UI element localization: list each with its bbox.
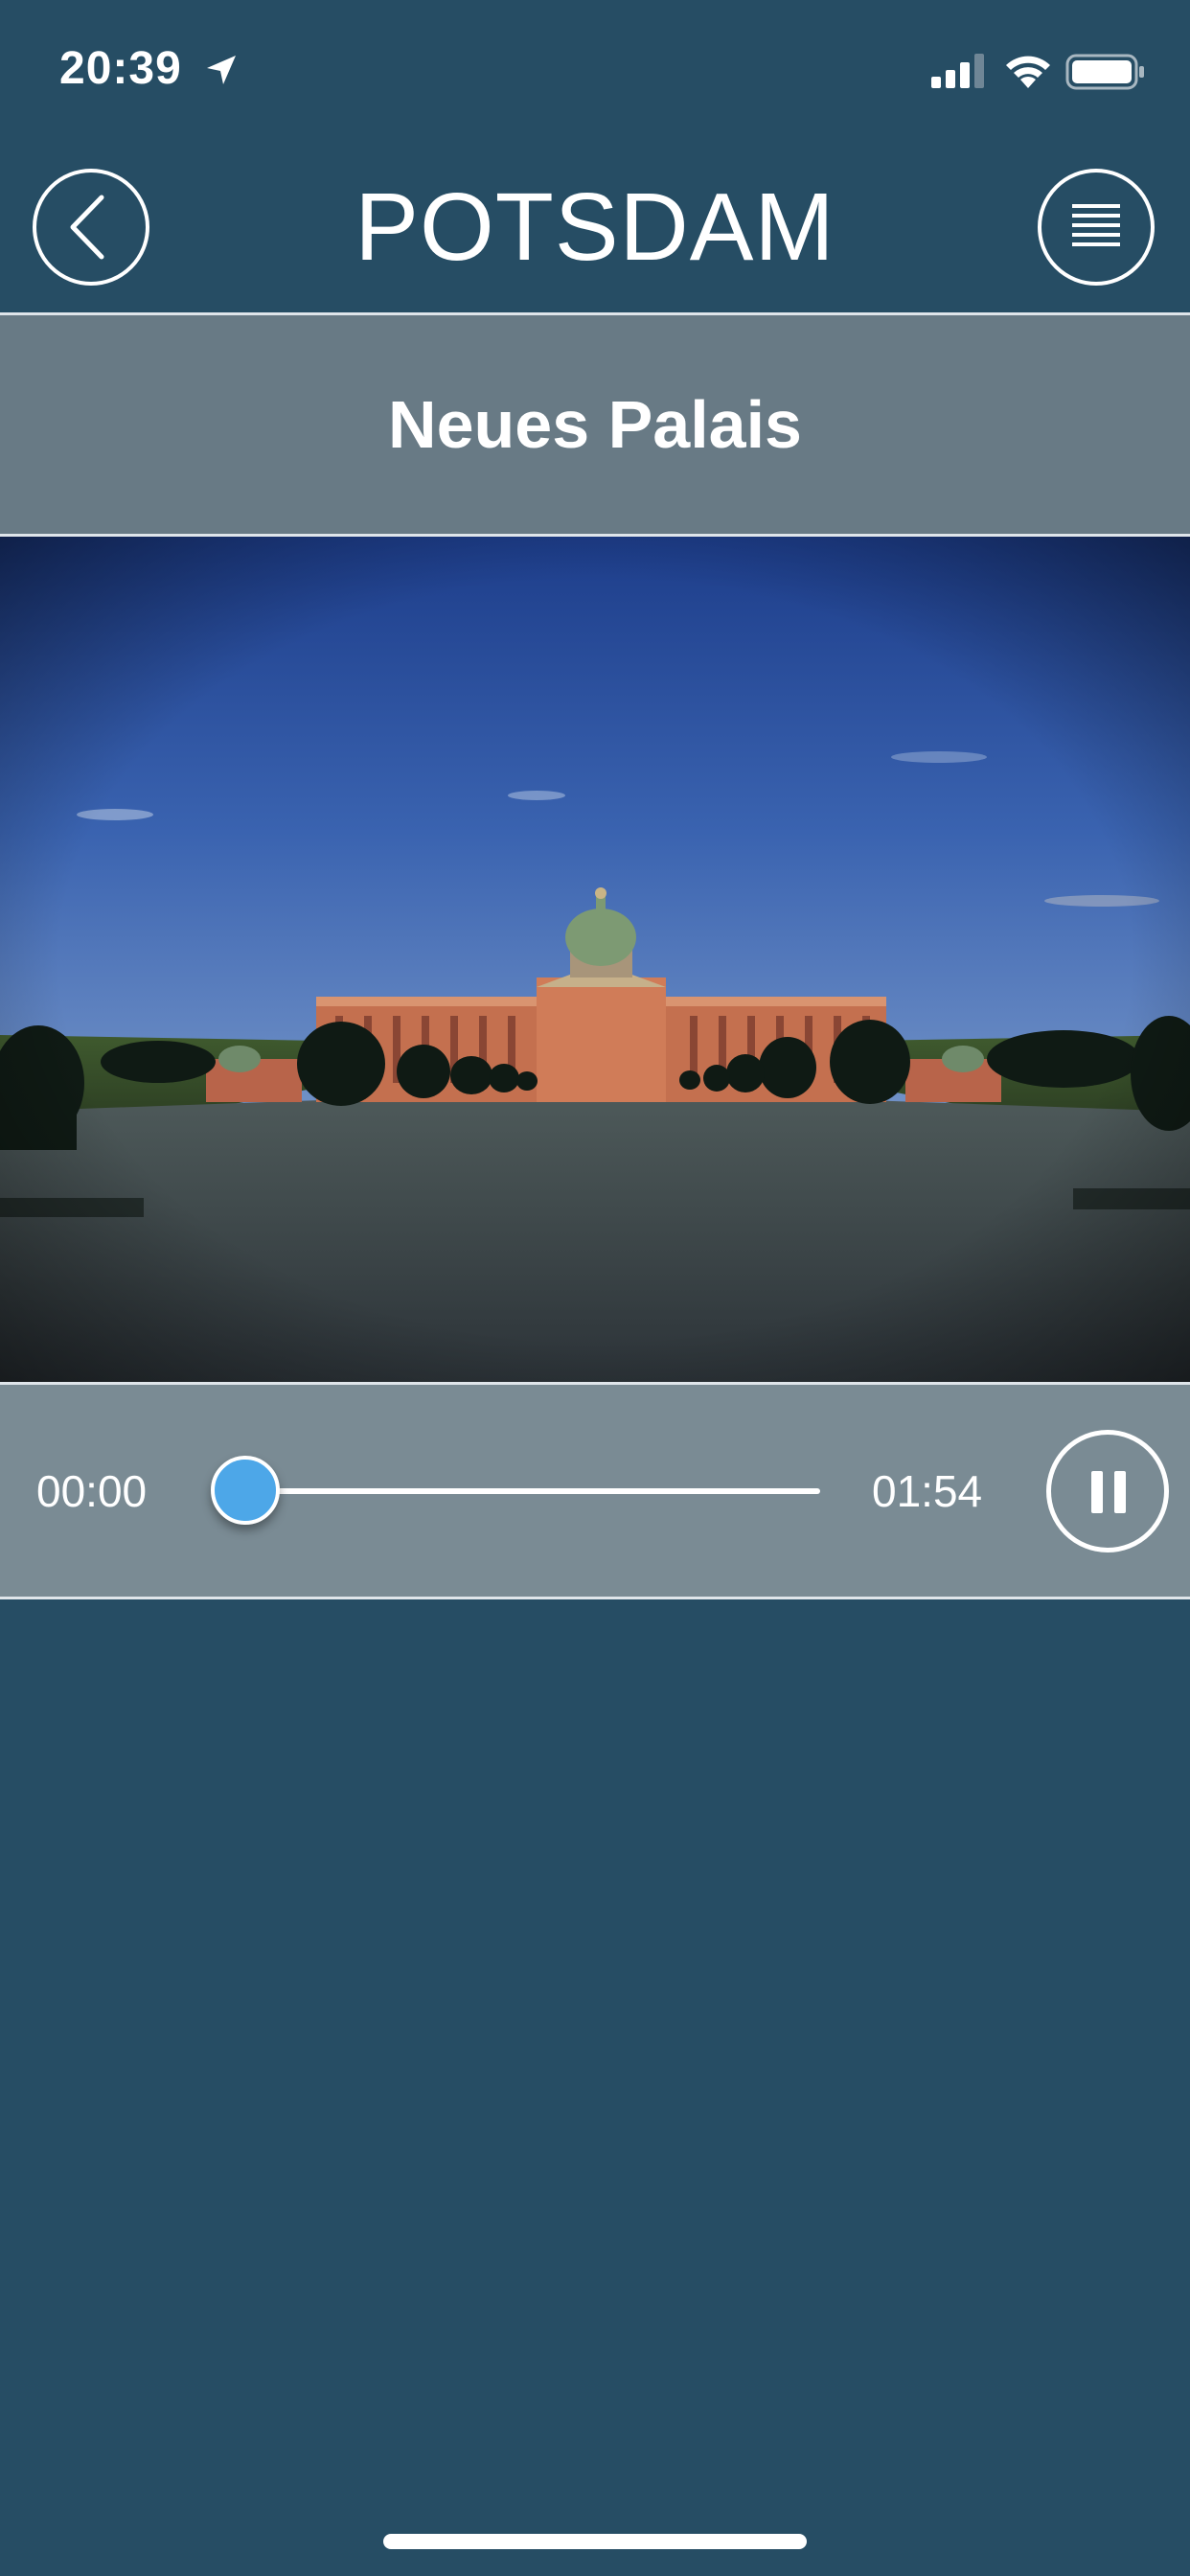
hamburger-menu-icon bbox=[1072, 204, 1120, 246]
location-header: Neues Palais bbox=[0, 315, 1190, 534]
seek-handle[interactable] bbox=[211, 1456, 280, 1525]
seek-bar[interactable] bbox=[213, 1488, 820, 1494]
status-bar: 20:39 bbox=[0, 0, 1190, 144]
wifi-icon bbox=[1006, 56, 1050, 88]
battery-icon bbox=[1065, 54, 1144, 90]
palace-photo bbox=[0, 537, 1190, 1382]
pause-button[interactable] bbox=[1046, 1430, 1169, 1552]
cellular-signal-icon bbox=[931, 54, 984, 88]
menu-button[interactable] bbox=[1038, 169, 1155, 286]
location-title: Neues Palais bbox=[388, 387, 802, 462]
page-title: POTSDAM bbox=[355, 173, 835, 281]
home-indicator[interactable] bbox=[383, 2534, 807, 2549]
audio-player: 00:00 01:54 bbox=[0, 1385, 1190, 1597]
top-nav-bar: POTSDAM bbox=[0, 144, 1190, 312]
location-arrow-icon bbox=[207, 56, 236, 84]
current-time: 00:00 bbox=[36, 1466, 148, 1516]
divider bbox=[0, 1597, 1190, 1599]
total-time: 01:54 bbox=[872, 1466, 983, 1516]
status-time: 20:39 bbox=[59, 43, 182, 94]
